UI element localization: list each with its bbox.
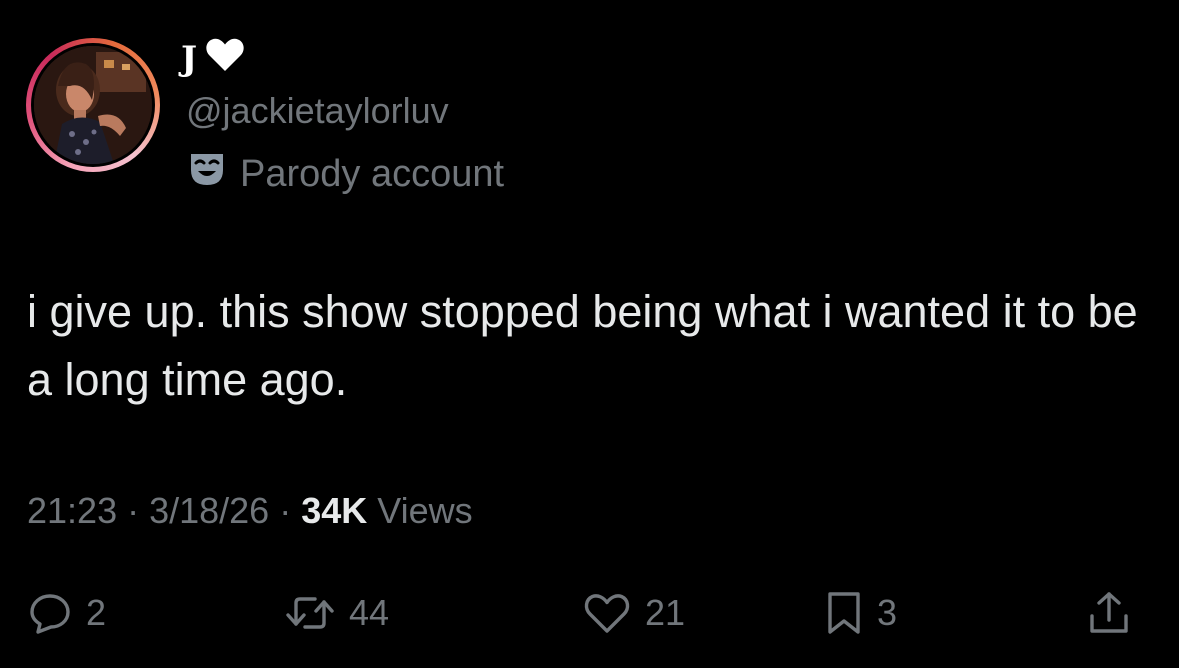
like-button[interactable]: 21 xyxy=(583,588,685,638)
reply-icon xyxy=(28,591,72,635)
tweet-meta: 21:23 · 3/18/26 · 34K Views xyxy=(27,490,473,532)
bookmark-count: 3 xyxy=(877,592,898,633)
tweet-time[interactable]: 21:23 xyxy=(27,490,117,532)
like-count: 21 xyxy=(645,592,686,633)
white-heart-icon xyxy=(205,37,245,82)
avatar-photo xyxy=(34,46,152,164)
meta-separator: · xyxy=(127,490,140,531)
heart-icon xyxy=(583,591,631,635)
user-handle[interactable]: @jackietaylorluv xyxy=(186,90,449,132)
parody-mask-icon xyxy=(188,150,226,198)
views-count: 34K xyxy=(301,490,368,531)
tweet-date[interactable]: 3/18/26 xyxy=(149,490,269,532)
repost-icon xyxy=(285,591,335,635)
reply-button[interactable]: 2 xyxy=(28,588,106,638)
avatar-ring-gap xyxy=(31,43,155,167)
share-icon xyxy=(1087,590,1131,636)
display-name-text: J xyxy=(181,39,198,79)
tweet-text: i give up. this show stopped being what … xyxy=(27,286,1138,405)
bookmark-button[interactable]: 3 xyxy=(825,588,897,638)
display-name[interactable]: J xyxy=(181,34,245,84)
parody-label: Parody account xyxy=(188,150,504,198)
views-label: Views xyxy=(377,490,473,531)
parody-label-text: Parody account xyxy=(240,152,505,195)
bookmark-icon xyxy=(825,590,863,636)
repost-button[interactable]: 44 xyxy=(285,588,389,638)
reply-count: 2 xyxy=(86,592,107,633)
avatar[interactable] xyxy=(26,38,160,172)
meta-separator: · xyxy=(279,490,292,531)
share-button[interactable] xyxy=(1087,588,1131,638)
avatar-photo-art xyxy=(34,46,152,164)
repost-count: 44 xyxy=(349,592,390,633)
action-bar: 2 44 21 3 xyxy=(0,588,1179,638)
